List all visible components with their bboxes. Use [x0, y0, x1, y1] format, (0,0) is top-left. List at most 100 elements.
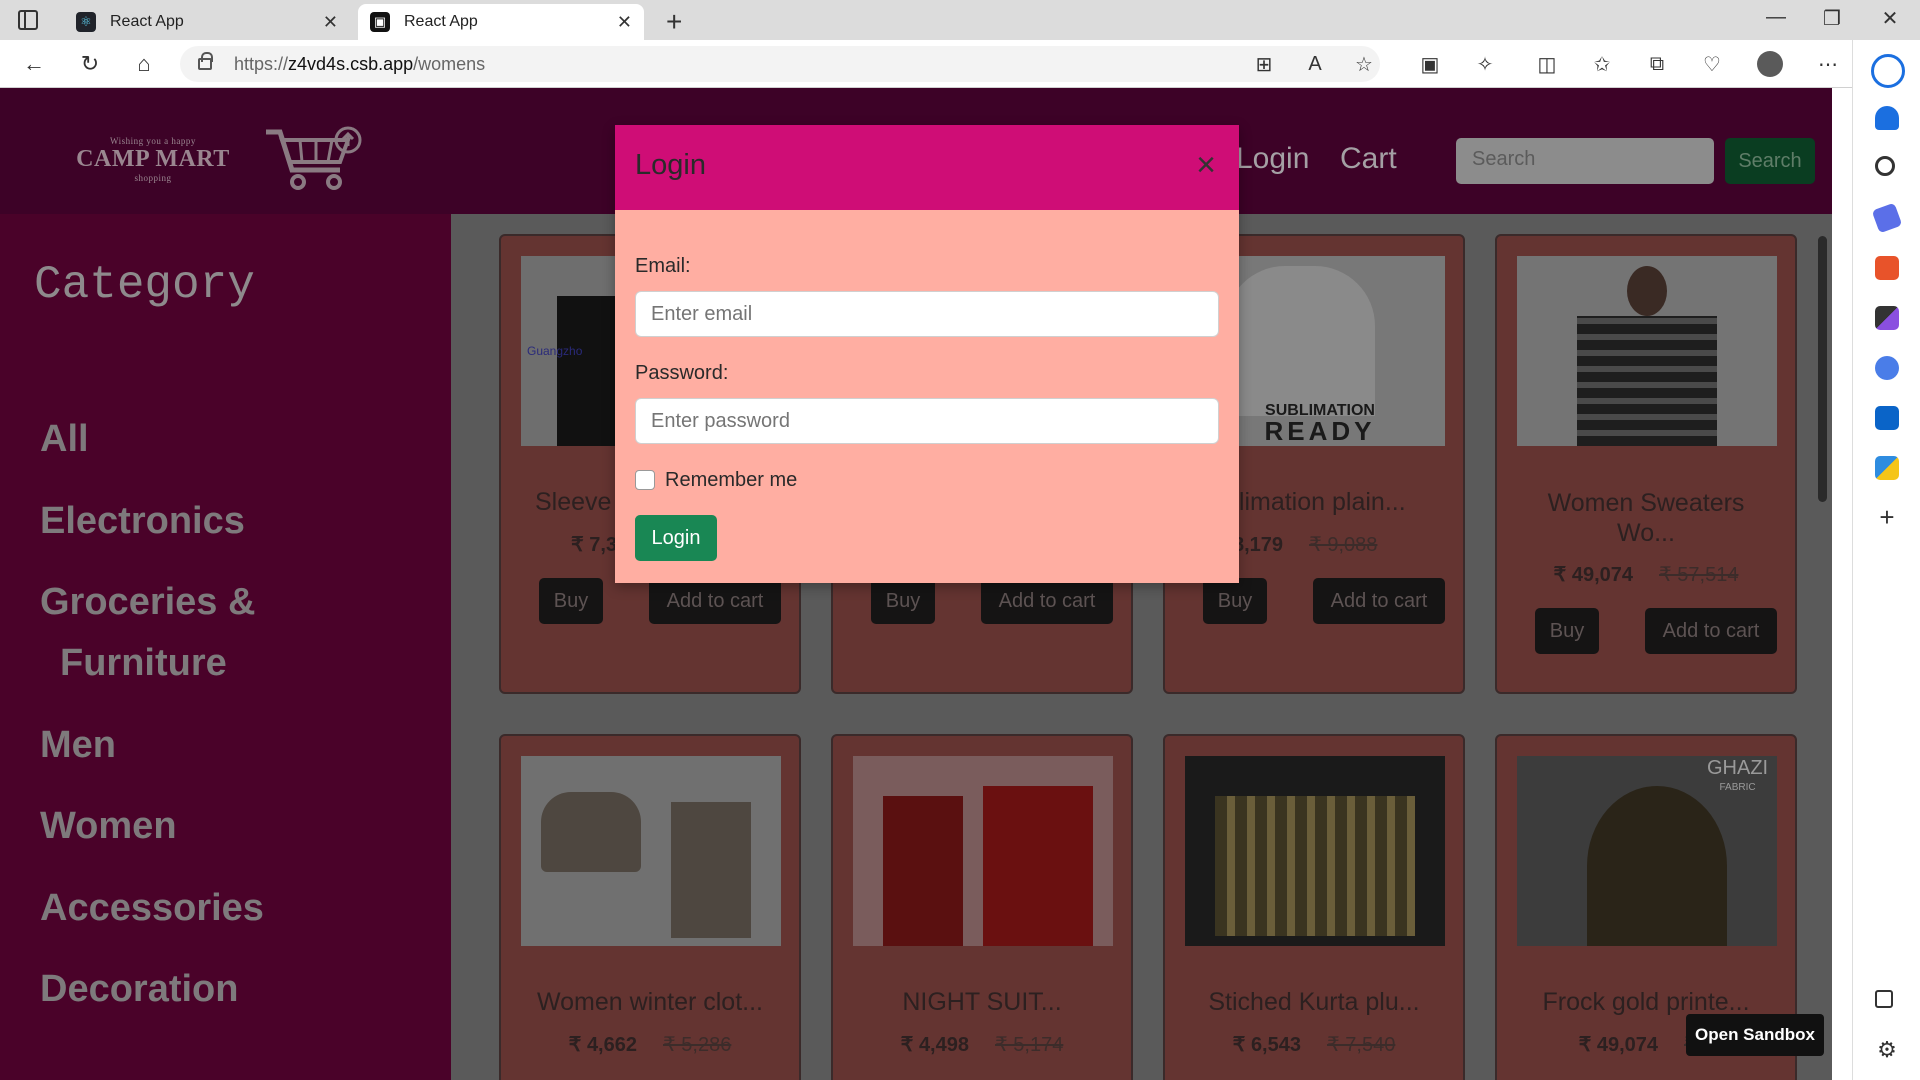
read-aloud-icon[interactable]: A: [1301, 50, 1329, 78]
buy-button[interactable]: Buy: [871, 578, 935, 624]
close-window-icon[interactable]: ✕: [1870, 6, 1910, 31]
hide-sidebar-icon[interactable]: [1875, 990, 1893, 1008]
product-card: Women winter clot... ₹ 4,662 ₹ 5,286: [499, 734, 801, 1080]
minimize-icon[interactable]: —: [1756, 6, 1796, 29]
product-image[interactable]: GHAZI FABRIC: [1517, 756, 1777, 946]
tools-briefcase-icon[interactable]: [1875, 256, 1899, 280]
favorite-star-icon[interactable]: ☆: [1350, 50, 1378, 78]
logo-tagline-top: Wishing you a happy: [110, 136, 196, 146]
email-label: Email:: [635, 255, 691, 277]
url-path: /womens: [413, 53, 486, 74]
category-accessories[interactable]: Accessories: [40, 877, 264, 939]
microsoft-365-icon[interactable]: [1875, 356, 1899, 380]
settings-gear-icon[interactable]: ⚙: [1875, 1038, 1899, 1062]
nav-login-link[interactable]: Login: [1236, 142, 1309, 176]
product-card: Stiched Kurta plu... ₹ 6,543 ₹ 7,540: [1163, 734, 1465, 1080]
image-label-2: FABRIC: [1719, 782, 1756, 793]
modal-header: Login ×: [615, 125, 1239, 210]
buy-button[interactable]: Buy: [1535, 608, 1599, 654]
browser-tab-bar: ⚛ React App ✕ ▣ React App ✕ + — ❐ ✕: [0, 0, 1920, 40]
product-card: NIGHT SUIT... ₹ 4,498 ₹ 5,174: [831, 734, 1133, 1080]
add-to-cart-button[interactable]: Add to cart: [649, 578, 781, 624]
refresh-icon[interactable]: ↻: [74, 48, 106, 80]
new-tab-button[interactable]: +: [666, 6, 682, 38]
close-tab-icon[interactable]: ✕: [617, 12, 632, 33]
search-button[interactable]: Search: [1725, 138, 1815, 184]
edge-sidebar: + ⚙: [1852, 40, 1920, 1080]
category-electronics[interactable]: Electronics: [40, 490, 245, 552]
profile-avatar[interactable]: [1756, 50, 1784, 78]
more-menu-icon[interactable]: ⋯: [1814, 50, 1842, 78]
copilot-icon[interactable]: [1871, 54, 1905, 88]
category-men[interactable]: Men: [40, 714, 116, 776]
add-to-cart-button[interactable]: Add to cart: [981, 578, 1113, 624]
drop-icon[interactable]: [1875, 456, 1899, 480]
favorites-icon[interactable]: ✩: [1588, 50, 1616, 78]
app-available-icon[interactable]: ⊞: [1250, 50, 1278, 78]
add-to-cart-button[interactable]: Add to cart: [1645, 608, 1777, 654]
current-price: ₹ 4,498: [900, 1034, 969, 1056]
web-page: Wishing you a happy CAMP MART shopping L…: [0, 88, 1852, 1080]
tab-title: React App: [404, 13, 478, 30]
tshirt-shape: [557, 296, 617, 446]
product-image[interactable]: [853, 756, 1113, 946]
buy-button[interactable]: Buy: [539, 578, 603, 624]
add-sidebar-app-icon[interactable]: +: [1875, 504, 1899, 530]
search-icon[interactable]: [1875, 156, 1895, 176]
extension-icon[interactable]: ▣: [1416, 50, 1444, 78]
close-icon[interactable]: ×: [1191, 148, 1221, 182]
outlook-icon[interactable]: [1875, 406, 1899, 430]
page-scrollbar[interactable]: [1813, 214, 1832, 1080]
password-field[interactable]: Enter password: [635, 398, 1219, 444]
night-suit-shape-2: [983, 786, 1093, 946]
tab-actions-icon[interactable]: [18, 10, 38, 30]
remember-me-checkbox[interactable]: [635, 470, 655, 490]
remember-me-label[interactable]: Remember me: [665, 469, 797, 492]
address-bar[interactable]: https://z4vd4s.csb.app/womens: [180, 46, 1380, 82]
product-title: Women Sweaters Wo...: [1497, 488, 1795, 548]
category-women[interactable]: Women: [40, 795, 177, 857]
product-price: ₹ 6,543 ₹ 7,540: [1165, 1032, 1463, 1057]
restore-icon[interactable]: ❐: [1812, 6, 1852, 31]
email-field[interactable]: Enter email: [635, 291, 1219, 337]
nav-cart-link[interactable]: Cart: [1340, 142, 1397, 176]
original-price: ₹ 57,514: [1659, 564, 1739, 586]
browser-essentials-icon[interactable]: ♡: [1698, 50, 1726, 78]
back-icon[interactable]: ←: [18, 48, 50, 80]
category-decoration[interactable]: Decoration: [40, 958, 238, 1020]
modal-title: Login: [635, 149, 706, 181]
login-submit-button[interactable]: Login: [635, 515, 717, 561]
browser-tab-1[interactable]: ⚛ React App ✕: [64, 4, 350, 40]
search-input[interactable]: Search: [1456, 138, 1714, 184]
category-furniture[interactable]: Furniture: [60, 632, 227, 694]
current-price: ₹ 49,074: [1553, 564, 1633, 586]
current-price: ₹ 49,074: [1578, 1034, 1659, 1056]
games-icon[interactable]: [1875, 306, 1899, 330]
buy-button[interactable]: Buy: [1203, 578, 1267, 624]
product-image[interactable]: [1517, 256, 1777, 446]
camp-mart-logo[interactable]: Wishing you a happy CAMP MART shopping: [60, 136, 246, 183]
browser-tab-2[interactable]: ▣ React App ✕: [358, 4, 644, 40]
notification-bell-icon[interactable]: [1875, 106, 1899, 130]
category-heading: Category: [34, 259, 255, 311]
product-image[interactable]: [1185, 756, 1445, 946]
open-sandbox-button[interactable]: Open Sandbox: [1686, 1014, 1824, 1056]
sweater-shape: [1577, 316, 1717, 446]
extensions-puzzle-icon[interactable]: ✧: [1471, 50, 1499, 78]
lock-icon[interactable]: [198, 52, 213, 70]
logo-tagline-bottom: shopping: [134, 173, 172, 183]
product-image[interactable]: [521, 756, 781, 946]
home-icon[interactable]: ⌂: [128, 48, 160, 80]
split-screen-icon[interactable]: ◫: [1533, 50, 1561, 78]
scrollbar-thumb[interactable]: [1818, 236, 1827, 502]
close-tab-icon[interactable]: ✕: [323, 12, 338, 33]
kid-tshirt-shape: [1225, 266, 1375, 416]
collections-icon[interactable]: ⧉: [1643, 50, 1671, 78]
category-groceries[interactable]: Groceries &: [40, 571, 255, 633]
password-label: Password:: [635, 362, 729, 384]
category-all[interactable]: All: [40, 408, 89, 470]
current-price: ₹ 4,662: [568, 1034, 637, 1056]
add-to-cart-button[interactable]: Add to cart: [1313, 578, 1445, 624]
current-price: ₹ 6,543: [1232, 1034, 1301, 1056]
shopping-tag-icon[interactable]: [1871, 202, 1903, 234]
